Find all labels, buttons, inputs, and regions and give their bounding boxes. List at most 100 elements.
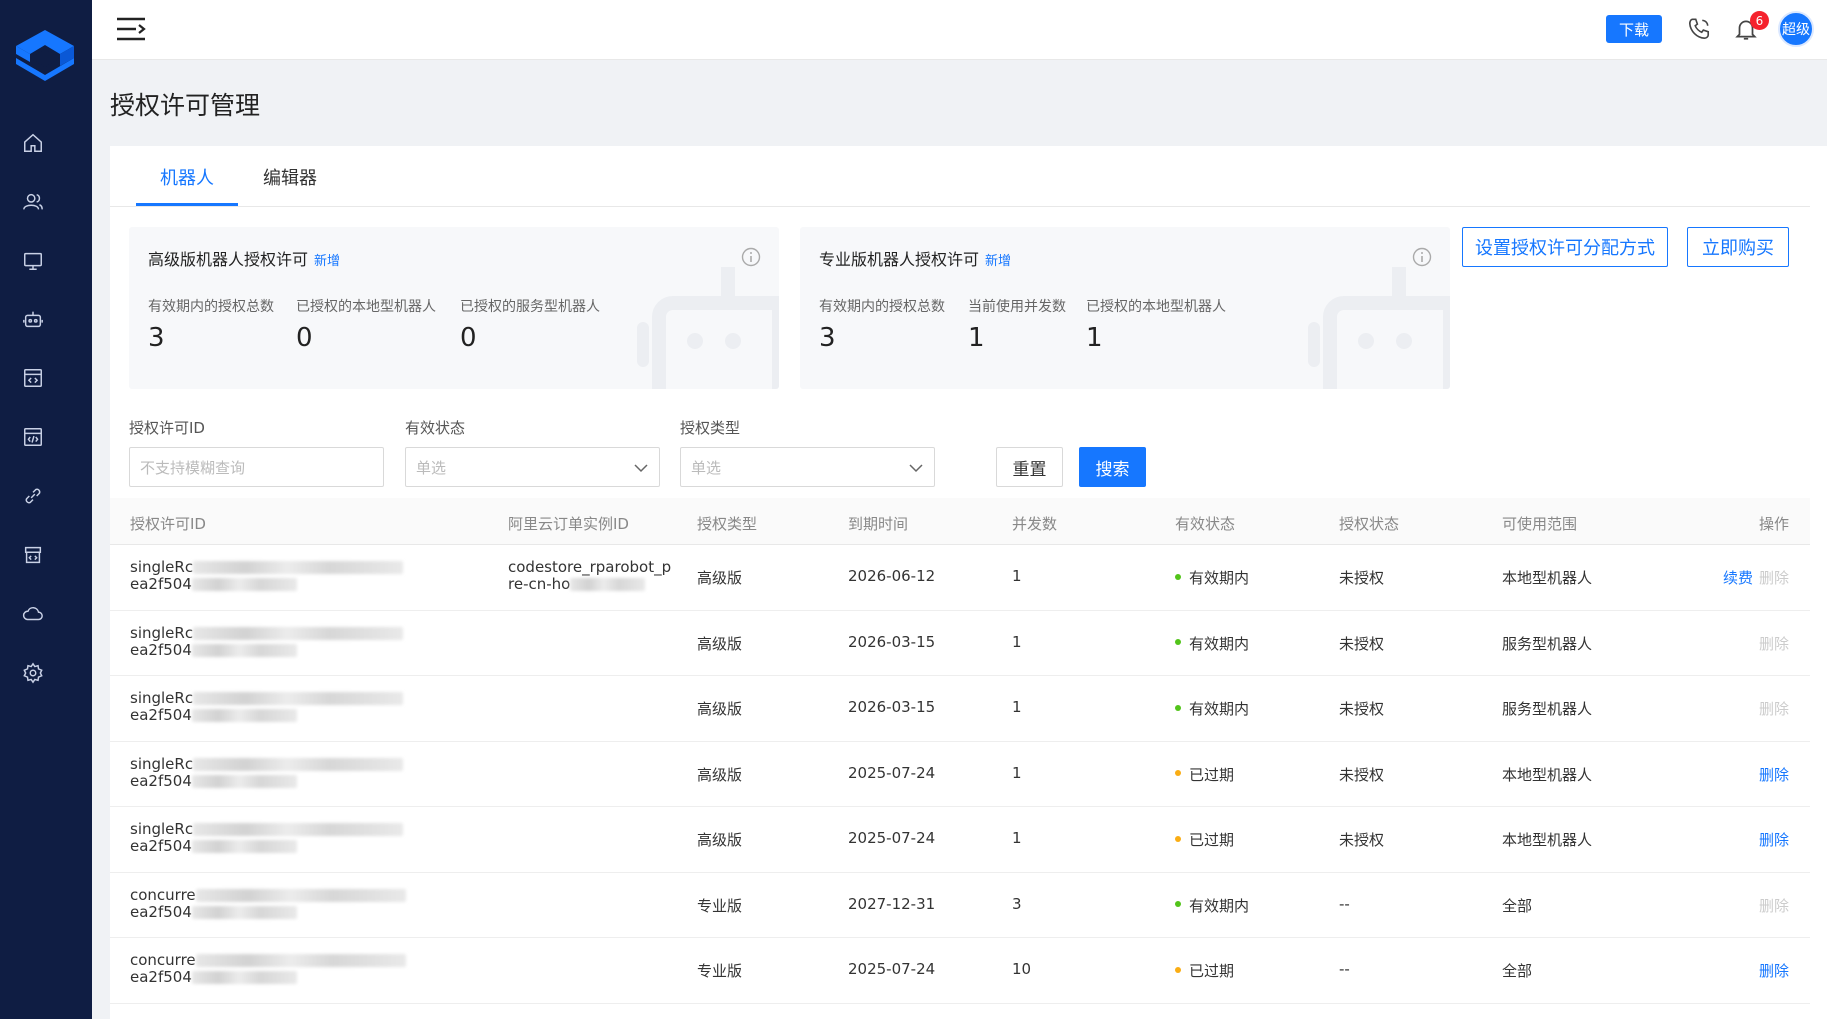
status-text: 有效期内 — [1189, 700, 1250, 718]
stat-value: 3 — [148, 323, 165, 353]
info-icon[interactable] — [1412, 247, 1432, 267]
expiry-cell: 2025-07-24 — [848, 829, 936, 847]
nav-cloud-icon[interactable] — [21, 602, 45, 626]
nav-code-window-icon-2[interactable] — [21, 425, 45, 449]
menu-toggle-icon[interactable] — [116, 16, 146, 42]
valid-status-label: 有效状态 — [405, 419, 466, 437]
license-id-line1: concurre — [130, 885, 196, 904]
license-id-line2: ea2f504 — [130, 640, 192, 659]
table-row: singleRc ea2f504 高级版 2025-07-24 1 已过期 未授… — [110, 807, 1810, 873]
delete-link: 删除 — [1759, 634, 1790, 653]
license-id-label: 授权许可ID — [129, 419, 205, 437]
license-id-cell: singleRc ea2f504 — [130, 690, 404, 724]
tab-bar: 机器人 编辑器 — [110, 146, 1810, 207]
status-dot — [1175, 639, 1181, 645]
delete-link[interactable]: 删除 — [1759, 764, 1789, 785]
license-id-line2: ea2f504 — [130, 837, 192, 855]
main-panel: 机器人 编辑器 高级版机器人授权许可 新增 有效期内的授权总数 3 已授权的本地型… — [110, 146, 1827, 1019]
table-header: 授权许可ID 阿里云订单实例ID 授权类型 到期时间 并发数 有效状态 授权状态… — [110, 498, 1810, 545]
concurrency-cell: 1 — [1012, 763, 1022, 782]
license-type-select[interactable]: 单选 — [680, 447, 935, 487]
card-title: 高级版机器人授权许可 新增 — [148, 246, 340, 270]
nav-home-icon[interactable] — [21, 131, 45, 155]
chevron-down-icon — [909, 464, 923, 473]
status-text: 有效期内 — [1189, 634, 1250, 653]
expiry-cell: 2026-03-15 — [848, 698, 936, 716]
top-bar: 下载 6 超级 — [92, 0, 1827, 60]
nav-link-icon[interactable] — [21, 484, 45, 508]
status-dot — [1175, 966, 1181, 973]
expiry-cell: 2026-06-12 — [848, 567, 936, 585]
column-header: 阿里云订单实例ID — [508, 515, 629, 533]
robot-illustration-icon — [1308, 267, 1450, 389]
user-avatar[interactable]: 超级 — [1778, 11, 1814, 47]
license-id-line2: ea2f504 — [130, 706, 192, 724]
license-type-cell: 高级版 — [697, 634, 743, 653]
license-id-line1: singleRc — [130, 558, 194, 576]
column-header: 授权状态 — [1339, 515, 1400, 533]
redacted-text — [193, 823, 404, 836]
redacted-text — [193, 692, 404, 705]
app-logo[interactable] — [14, 28, 76, 82]
reset-button[interactable]: 重置 — [996, 447, 1063, 487]
license-id-cell: singleRc ea2f504 — [130, 558, 404, 593]
nav-store-icon[interactable] — [21, 543, 45, 567]
robot-illustration-icon — [637, 267, 779, 389]
phone-icon[interactable] — [1686, 16, 1712, 42]
auth-status-cell: 未授权 — [1339, 634, 1385, 653]
set-allocation-button[interactable]: 设置授权许可分配方式 — [1462, 227, 1668, 267]
nav-users-icon[interactable] — [21, 190, 45, 214]
stat-value: 1 — [968, 323, 985, 353]
status-text: 有效期内 — [1189, 896, 1250, 915]
nav-code-window-icon[interactable] — [21, 366, 45, 390]
delete-link[interactable]: 删除 — [1759, 829, 1789, 850]
delete-link[interactable]: 删除 — [1759, 960, 1789, 981]
concurrency-cell: 1 — [1012, 567, 1022, 585]
delete-link: 删除 — [1759, 700, 1790, 718]
sidebar — [0, 0, 92, 1019]
license-id-line1: concurre — [130, 951, 196, 969]
redacted-text — [570, 578, 646, 591]
concurrency-cell: 10 — [1012, 960, 1032, 978]
card-title: 专业版机器人授权许可 新增 — [819, 246, 1011, 270]
license-id-input[interactable]: 不支持模糊查询 — [129, 447, 384, 487]
license-type-cell: 高级版 — [697, 831, 743, 849]
tab-editor[interactable]: 编辑器 — [263, 164, 317, 190]
delete-link: 删除 — [1759, 569, 1790, 587]
status-cell: 已过期 — [1175, 829, 1234, 850]
redacted-text — [195, 888, 406, 902]
notification-badge: 6 — [1750, 11, 1769, 30]
buy-now-button[interactable]: 立即购买 — [1687, 227, 1789, 267]
info-icon[interactable] — [741, 247, 761, 267]
table-row: concurre ea2f504 专业版 2027-12-31 3 有效期内 -… — [110, 873, 1810, 938]
nav-settings-icon[interactable] — [21, 661, 45, 685]
stat-value: 0 — [296, 323, 313, 353]
add-new-link[interactable]: 新增 — [314, 254, 340, 269]
tab-robot[interactable]: 机器人 — [160, 164, 214, 190]
status-text: 已过期 — [1189, 765, 1235, 784]
license-type-cell: 专业版 — [697, 962, 743, 980]
column-header: 可使用范围 — [1502, 515, 1578, 533]
license-id-line2: ea2f504 — [130, 771, 192, 790]
nav-robot-icon[interactable] — [21, 307, 45, 331]
download-button[interactable]: 下载 — [1606, 15, 1662, 43]
table-row: singleRc ea2f504 codestore_rparobot_p re… — [110, 545, 1810, 611]
table-row: singleRc ea2f504 高级版 2026-03-15 1 有效期内 未… — [110, 611, 1810, 676]
concurrency-cell: 3 — [1012, 894, 1022, 913]
valid-status-select[interactable]: 单选 — [405, 447, 660, 487]
license-id-cell: concurre ea2f504 — [130, 885, 406, 921]
expiry-cell: 2025-07-24 — [848, 763, 936, 782]
status-cell: 有效期内 — [1175, 567, 1249, 588]
table-row: concurre ea2f504 专业版 2025-07-24 10 已过期 -… — [110, 938, 1810, 1004]
column-header: 有效状态 — [1175, 515, 1236, 533]
redacted-text — [193, 626, 404, 640]
add-new-link[interactable]: 新增 — [985, 254, 1011, 269]
license-id-cell: singleRc ea2f504 — [130, 821, 404, 855]
status-cell: 有效期内 — [1175, 633, 1249, 654]
stat-value: 1 — [1086, 323, 1103, 353]
search-button[interactable]: 搜索 — [1079, 447, 1146, 487]
nav-monitor-icon[interactable] — [21, 249, 45, 273]
renew-link[interactable]: 续费 — [1723, 569, 1753, 587]
concurrency-cell: 1 — [1012, 829, 1022, 847]
license-id-line2: ea2f504 — [130, 902, 192, 921]
